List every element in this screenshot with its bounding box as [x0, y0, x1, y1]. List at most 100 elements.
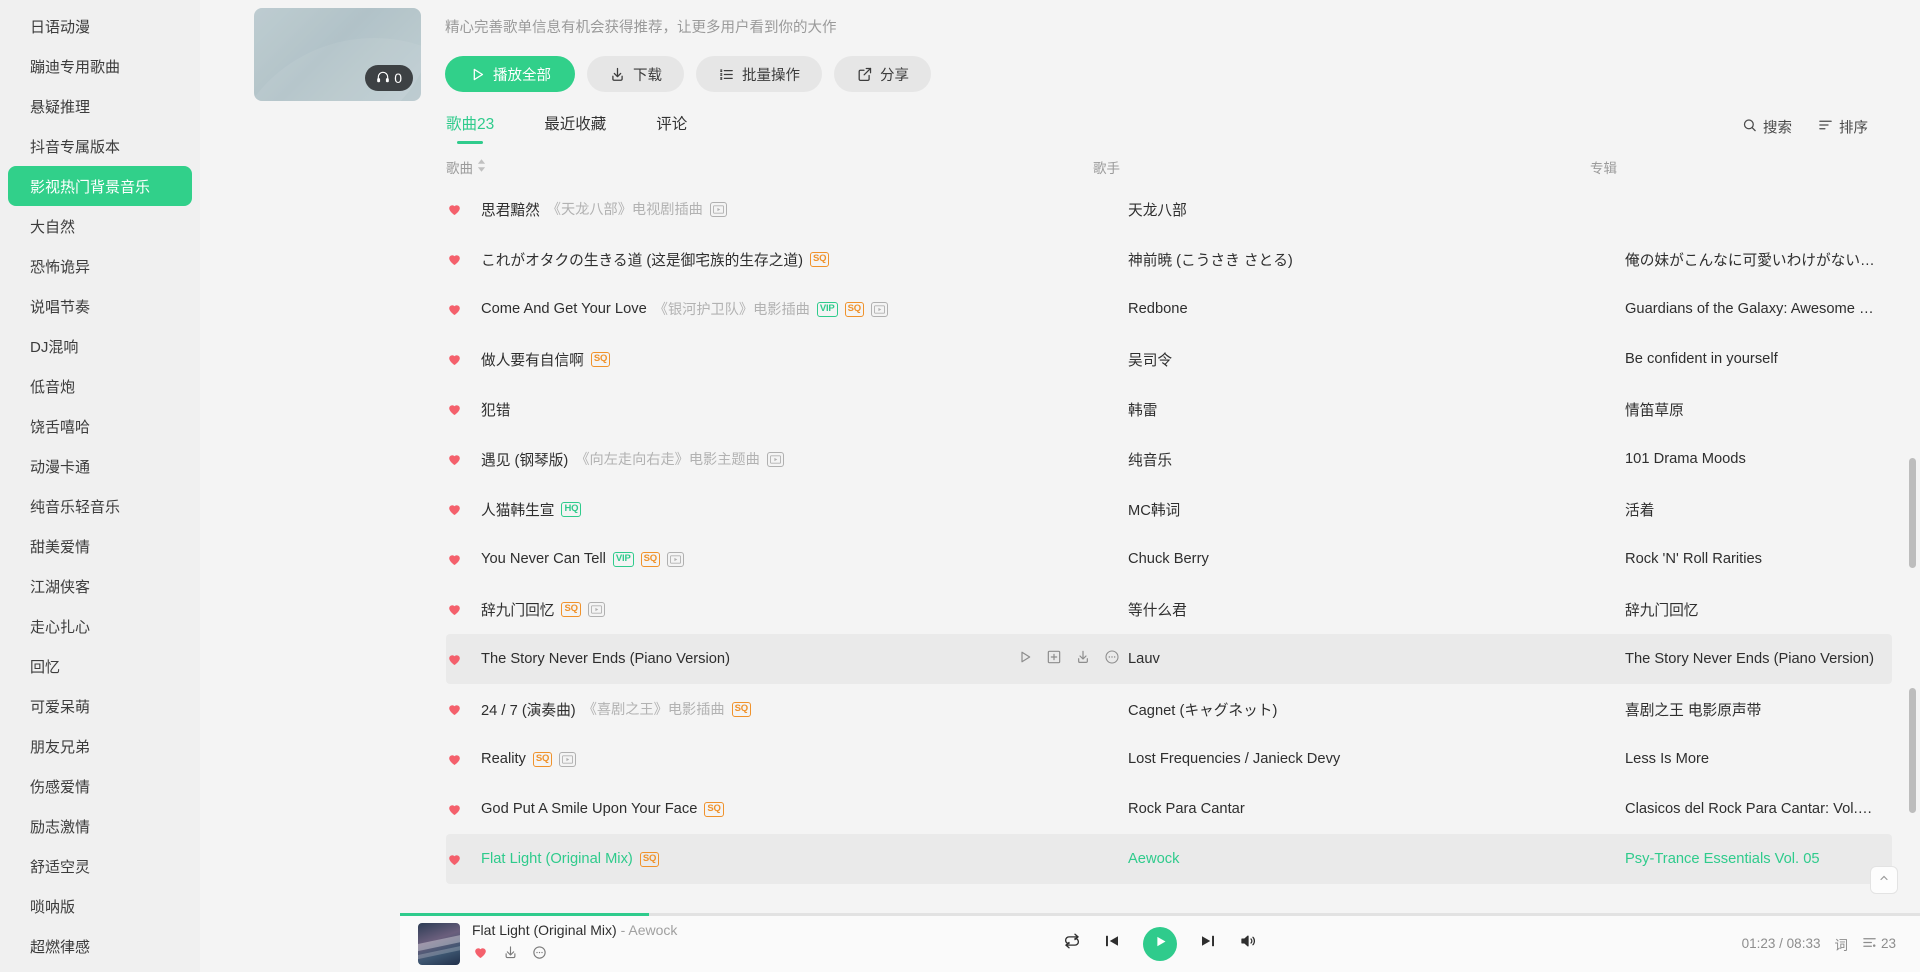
- table-row[interactable]: 做人要有自信啊 SQ 吴司令 Be confident in yourself: [446, 334, 1892, 384]
- column-header-song[interactable]: 歌曲: [446, 157, 1093, 177]
- lyrics-button[interactable]: 词: [1834, 934, 1848, 954]
- heart-icon[interactable]: [446, 251, 472, 267]
- player-album-art[interactable]: [418, 922, 460, 965]
- queue-button[interactable]: 23: [1862, 935, 1896, 953]
- cell-song[interactable]: God Put A Smile Upon Your Face SQ: [481, 801, 1128, 817]
- cell-album[interactable]: Rock 'N' Roll Rarities: [1625, 551, 1892, 567]
- heart-icon[interactable]: [446, 451, 472, 467]
- add-icon[interactable]: [1046, 649, 1062, 669]
- heart-icon[interactable]: [446, 601, 472, 617]
- cell-album[interactable]: Less Is More: [1625, 751, 1892, 767]
- cell-album[interactable]: The Story Never Ends (Piano Version): [1625, 651, 1892, 667]
- heart-icon[interactable]: [446, 301, 472, 317]
- table-row[interactable]: 遇见 (钢琴版) 《向左走向右走》电影主题曲 纯音乐 101 Drama Moods: [446, 434, 1892, 484]
- page-scrollbar[interactable]: [1908, 88, 1917, 918]
- cell-album[interactable]: 情笛草原: [1625, 399, 1892, 420]
- more-icon[interactable]: [1104, 649, 1120, 669]
- cell-artist[interactable]: Lauv: [1128, 651, 1625, 667]
- badge-hq[interactable]: HQ: [561, 501, 582, 517]
- badge-sq[interactable]: SQ: [844, 301, 864, 317]
- header-button-0[interactable]: 播放全部: [445, 56, 575, 92]
- download-icon[interactable]: [503, 945, 518, 965]
- sidebar-item-18[interactable]: 朋友兄弟: [8, 726, 192, 766]
- cell-artist[interactable]: Aewock: [1128, 851, 1625, 867]
- heart-icon[interactable]: [446, 701, 472, 717]
- header-button-3[interactable]: 分享: [834, 56, 931, 92]
- cell-album[interactable]: Psy-Trance Essentials Vol. 05: [1625, 851, 1892, 867]
- header-button-2[interactable]: 批量操作: [696, 56, 822, 92]
- heart-icon[interactable]: [446, 351, 472, 367]
- sidebar-item-13[interactable]: 甜美爱情: [8, 526, 192, 566]
- sidebar-item-12[interactable]: 纯音乐轻音乐: [8, 486, 192, 526]
- badge-mv[interactable]: [766, 451, 784, 467]
- sidebar-item-15[interactable]: 走心扎心: [8, 606, 192, 646]
- sidebar-item-10[interactable]: 饶舌嘻哈: [8, 406, 192, 446]
- previous-icon[interactable]: [1103, 932, 1121, 955]
- table-row[interactable]: これがオタクの生きる道 (这是御宅族的生存之道) SQ 神前暁 (こうさき さとる)…: [446, 234, 1892, 284]
- heart-icon[interactable]: [446, 751, 472, 767]
- sidebar-item-1[interactable]: 蹦迪专用歌曲: [8, 46, 192, 86]
- heart-icon[interactable]: [446, 551, 472, 567]
- sidebar-item-22[interactable]: 唢呐版: [8, 886, 192, 926]
- table-row[interactable]: Come And Get Your Love 《银河护卫队》电影插曲 VIP SQ Re…: [446, 284, 1892, 334]
- sidebar-item-21[interactable]: 舒适空灵: [8, 846, 192, 886]
- cell-song[interactable]: The Story Never Ends (Piano Version): [481, 649, 1128, 669]
- heart-icon[interactable]: [472, 944, 489, 965]
- sidebar-item-0[interactable]: 日语动漫: [8, 6, 192, 46]
- sidebar-item-20[interactable]: 励志激情: [8, 806, 192, 846]
- cell-artist[interactable]: 天龙八部: [1128, 199, 1625, 220]
- sidebar-item-8[interactable]: DJ混响: [8, 326, 192, 366]
- sidebar-item-17[interactable]: 可爱呆萌: [8, 686, 192, 726]
- sidebar-item-3[interactable]: 抖音专属版本: [8, 126, 192, 166]
- cell-song[interactable]: これがオタクの生きる道 (这是御宅族的生存之道) SQ: [481, 249, 1128, 270]
- back-to-top-button[interactable]: [1870, 866, 1898, 894]
- table-row[interactable]: 辞九门回忆 SQ 等什么君 辞九门回忆: [446, 584, 1892, 634]
- scrollbar-thumb-upper[interactable]: [1909, 458, 1916, 568]
- play-icon[interactable]: [1017, 649, 1033, 669]
- table-row[interactable]: You Never Can Tell VIP SQ Chuck Berry Rock '…: [446, 534, 1892, 584]
- tab-0[interactable]: 歌曲23: [446, 112, 494, 142]
- cell-artist[interactable]: 等什么君: [1128, 599, 1625, 620]
- badge-sq[interactable]: SQ: [731, 701, 751, 717]
- heart-icon[interactable]: [446, 851, 472, 867]
- tab-1[interactable]: 最近收藏: [544, 112, 606, 142]
- heart-icon[interactable]: [446, 651, 472, 667]
- sidebar-item-5[interactable]: 大自然: [8, 206, 192, 246]
- table-row[interactable]: Reality SQ Lost Frequencies / Janieck Devy…: [446, 734, 1892, 784]
- cell-song[interactable]: 做人要有自信啊 SQ: [481, 349, 1128, 370]
- table-row[interactable]: Flat Light (Original Mix) SQ Aewock Psy-Tra…: [446, 834, 1892, 884]
- heart-icon[interactable]: [446, 401, 472, 417]
- header-button-1[interactable]: 下载: [587, 56, 684, 92]
- badge-mv[interactable]: [870, 301, 888, 317]
- cell-album[interactable]: Clasicos del Rock Para Cantar: Vol. 30: [1625, 801, 1892, 817]
- table-row[interactable]: 24 / 7 (演奏曲) 《喜剧之王》电影插曲 SQ Cagnet (キャグネット) 喜…: [446, 684, 1892, 734]
- cell-song[interactable]: 犯错: [481, 399, 1128, 420]
- sidebar-item-9[interactable]: 低音炮: [8, 366, 192, 406]
- sort-arrows-icon[interactable]: [477, 159, 486, 175]
- sidebar-item-11[interactable]: 动漫卡通: [8, 446, 192, 486]
- search-button[interactable]: 搜索: [1742, 117, 1792, 138]
- cell-album[interactable]: 俺の妹がこんなに可愛いわけがない オリジナルサウンドトラック (我的妹妹不...: [1625, 249, 1892, 270]
- play-button[interactable]: [1143, 926, 1177, 961]
- badge-mv[interactable]: [709, 201, 727, 217]
- volume-icon[interactable]: [1239, 932, 1257, 955]
- badge-sq[interactable]: SQ: [640, 551, 660, 567]
- cell-song[interactable]: 人猫韩生宣 HQ: [481, 499, 1128, 520]
- cell-artist[interactable]: 纯音乐: [1128, 449, 1625, 470]
- table-row[interactable]: The Story Never Ends (Piano Version) Lauv…: [446, 634, 1892, 684]
- sidebar-item-19[interactable]: 伤感爱情: [8, 766, 192, 806]
- cell-album[interactable]: 活着: [1625, 499, 1892, 520]
- cell-artist[interactable]: Lost Frequencies / Janieck Devy: [1128, 751, 1625, 767]
- cell-song[interactable]: Come And Get Your Love 《银河护卫队》电影插曲 VIP SQ: [481, 299, 1128, 319]
- badge-sq[interactable]: SQ: [532, 751, 553, 767]
- table-row[interactable]: 犯错 韩雷 情笛草原: [446, 384, 1892, 434]
- cell-album[interactable]: 101 Drama Moods: [1625, 451, 1892, 467]
- cell-artist[interactable]: Chuck Berry: [1128, 551, 1625, 567]
- table-row[interactable]: 人猫韩生宣 HQ MC韩词 活着: [446, 484, 1892, 534]
- cell-song[interactable]: Reality SQ: [481, 751, 1128, 767]
- sidebar-item-4[interactable]: 影视热门背景音乐: [8, 166, 192, 206]
- cell-artist[interactable]: MC韩词: [1128, 499, 1625, 520]
- download-icon[interactable]: [1075, 649, 1091, 669]
- badge-mv[interactable]: [666, 551, 684, 567]
- heart-icon[interactable]: [446, 801, 472, 817]
